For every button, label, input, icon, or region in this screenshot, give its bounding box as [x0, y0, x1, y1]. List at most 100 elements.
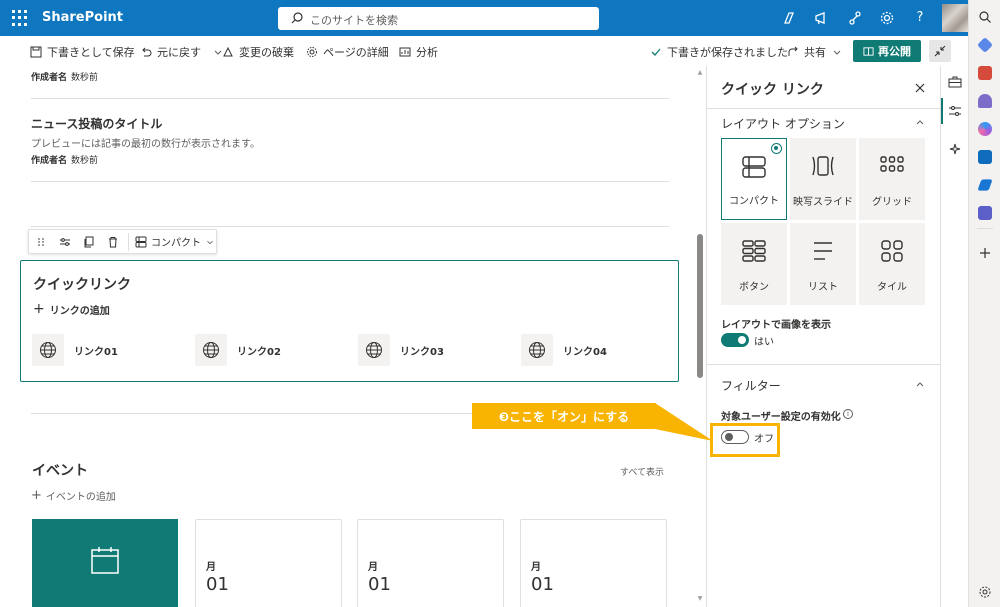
news-meta: 作成者名 数秒前	[31, 153, 98, 166]
tag-icon[interactable]	[977, 37, 993, 53]
duplicate-button[interactable]	[77, 230, 101, 253]
event-image-card[interactable]	[32, 519, 178, 607]
analytics-icon	[399, 47, 411, 57]
add-link-button[interactable]: + リンクの追加	[33, 301, 110, 317]
layout-option-filmstrip[interactable]: 映写スライド	[790, 138, 856, 220]
chevron-up-icon[interactable]	[915, 117, 925, 127]
quicklink-item[interactable]: リンク04	[521, 334, 607, 366]
waffle-icon[interactable]	[12, 10, 28, 26]
book-icon	[863, 46, 874, 56]
layout-filmstrip-icon	[812, 156, 834, 176]
plus-icon[interactable]	[978, 246, 992, 260]
rail-active-indicator	[941, 98, 943, 124]
teams-icon[interactable]	[978, 206, 992, 220]
layout-dropdown[interactable]: コンパクト	[132, 234, 215, 249]
show-images-toggle[interactable]	[721, 333, 749, 347]
layout-option-list[interactable]: リスト	[790, 223, 856, 305]
search-icon[interactable]	[978, 10, 992, 24]
save-status-text: 下書きが保存されました	[667, 46, 788, 59]
globe-icon	[521, 334, 553, 366]
design-ideas-icon[interactable]	[947, 142, 963, 158]
collapse-icon	[934, 45, 946, 57]
show-images-label: レイアウトで画像を表示	[721, 320, 831, 331]
section-divider	[31, 226, 669, 227]
layout-option-label: タイル	[877, 282, 907, 293]
copy-icon	[84, 236, 94, 247]
scroll-down-arrow[interactable]: ▼	[697, 596, 703, 602]
events-title[interactable]: イベント	[32, 460, 88, 480]
canvas-scrollbar[interactable]	[697, 234, 703, 378]
page-details-button[interactable]: ページの詳細	[306, 44, 389, 60]
app-brand[interactable]: SharePoint	[42, 10, 123, 25]
settings-icon	[307, 47, 317, 57]
copilot-icon[interactable]	[978, 122, 992, 136]
event-card[interactable]: 月 01	[357, 519, 504, 607]
chevron-down-icon	[207, 240, 213, 244]
quicklink-item[interactable]: リンク03	[358, 334, 444, 366]
send-icon[interactable]	[977, 179, 993, 191]
drag-handle[interactable]	[29, 230, 53, 253]
layout-grid-icon	[880, 156, 904, 172]
info-icon[interactable]: i	[843, 409, 853, 419]
gear-icon[interactable]	[879, 10, 895, 26]
outlook-icon[interactable]	[978, 150, 992, 164]
chevron-up-icon[interactable]	[915, 379, 925, 389]
event-month: 月	[206, 562, 216, 573]
discard-icon	[223, 46, 233, 57]
layout-option-label: リスト	[808, 282, 838, 293]
properties-icon[interactable]	[947, 103, 963, 119]
news-title[interactable]: ニュース投稿のタイトル	[31, 115, 162, 132]
discard-changes-button[interactable]: 変更の破棄	[222, 44, 294, 60]
scroll-up-arrow[interactable]: ▲	[697, 70, 703, 76]
collapse-button[interactable]	[929, 40, 951, 62]
save-draft-button[interactable]: 下書きとして保存	[30, 44, 135, 60]
event-card[interactable]: 月 01	[195, 519, 342, 607]
undo-button[interactable]: 元に戻す	[140, 44, 224, 60]
discard-label: 変更の破棄	[239, 46, 294, 59]
analytics-button[interactable]: 分析	[399, 44, 438, 60]
layout-option-tiles[interactable]: タイル	[859, 223, 925, 305]
quicklinks-webpart[interactable]: クイックリンク + リンクの追加 リンク01 リンク02 リンク03 リンク04	[20, 260, 679, 382]
add-event-button[interactable]: + イベントの追加	[31, 488, 116, 503]
layout-section-header[interactable]: レイアウト オプション	[721, 115, 845, 132]
people-icon[interactable]	[978, 94, 992, 108]
author-label: 作成者名	[31, 156, 68, 166]
layout-option-button[interactable]: ボタン	[721, 223, 787, 305]
event-card[interactable]: 月 01	[520, 519, 667, 607]
layout-option-compact[interactable]: コンパクト	[721, 138, 787, 220]
quicklinks-title[interactable]: クイックリンク	[33, 274, 131, 294]
property-pane: クイック リンク レイアウト オプション コンパクト 映写スライド グリッド ボ…	[706, 66, 940, 607]
close-icon[interactable]	[914, 82, 926, 94]
globe-icon	[32, 334, 64, 366]
avatar[interactable]	[942, 4, 968, 32]
search-input[interactable]: このサイトを検索	[278, 7, 599, 30]
search-icon	[291, 12, 303, 24]
event-month: 月	[531, 562, 541, 573]
delete-button[interactable]	[101, 230, 125, 253]
layout-dropdown-label: コンパクト	[151, 238, 201, 249]
copilot-icon[interactable]	[781, 10, 797, 26]
layout-option-grid[interactable]: グリッド	[859, 138, 925, 220]
layout-tiles-icon	[881, 240, 903, 262]
filter-section-header[interactable]: フィルター	[721, 377, 781, 394]
layout-compact-icon	[135, 236, 147, 247]
republish-button[interactable]: 再公開	[853, 40, 921, 62]
quicklink-item[interactable]: リンク02	[195, 334, 281, 366]
toolbox-icon[interactable]	[978, 66, 992, 80]
toolbox-icon[interactable]	[947, 74, 963, 90]
help-icon[interactable]: ?	[912, 10, 928, 26]
save-status: 下書きが保存されました	[650, 44, 788, 60]
event-day: 01	[368, 574, 391, 595]
quicklink-item[interactable]: リンク01	[32, 334, 118, 366]
quicklink-label: リンク04	[563, 346, 607, 358]
edit-properties-button[interactable]	[53, 230, 77, 253]
grip-icon	[38, 237, 44, 246]
event-day: 01	[206, 574, 229, 595]
megaphone-icon[interactable]	[814, 10, 830, 26]
share-button[interactable]: 共有	[787, 44, 843, 60]
republish-label: 再公開	[878, 45, 911, 58]
share-icon[interactable]	[847, 10, 863, 26]
analytics-label: 分析	[416, 46, 438, 59]
see-all-link[interactable]: すべて表示	[620, 465, 664, 478]
gear-icon[interactable]	[978, 585, 992, 599]
